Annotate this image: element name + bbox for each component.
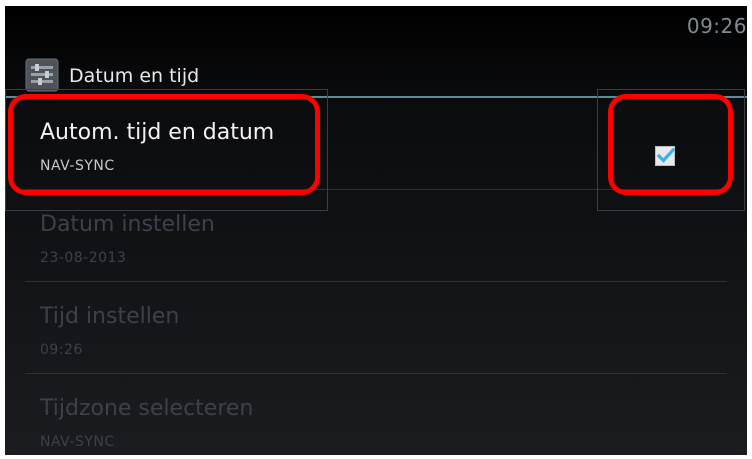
- status-clock: 09:26: [686, 14, 747, 38]
- highlight-box-checkbox: [608, 94, 733, 195]
- page-title: Datum en tijd: [69, 65, 200, 87]
- setting-title: Tijdzone selecteren: [40, 396, 254, 421]
- setting-select-timezone[interactable]: Tijdzone selecteren NAV-SYNC: [5, 374, 747, 455]
- android-screen: 09:26 Datum en tijd Autom. tijd en datum…: [5, 6, 747, 455]
- setting-subtitle: 09:26: [40, 342, 83, 358]
- highlight-box-auto-time: [8, 94, 320, 195]
- setting-subtitle: 23-08-2013: [40, 250, 127, 266]
- setting-title: Datum instellen: [40, 212, 215, 237]
- settings-app-icon[interactable]: [25, 58, 59, 92]
- status-bar: 09:26: [5, 6, 747, 46]
- setting-subtitle: NAV-SYNC: [40, 434, 115, 450]
- setting-set-time[interactable]: Tijd instellen 09:26: [5, 282, 747, 374]
- setting-title: Tijd instellen: [40, 304, 180, 329]
